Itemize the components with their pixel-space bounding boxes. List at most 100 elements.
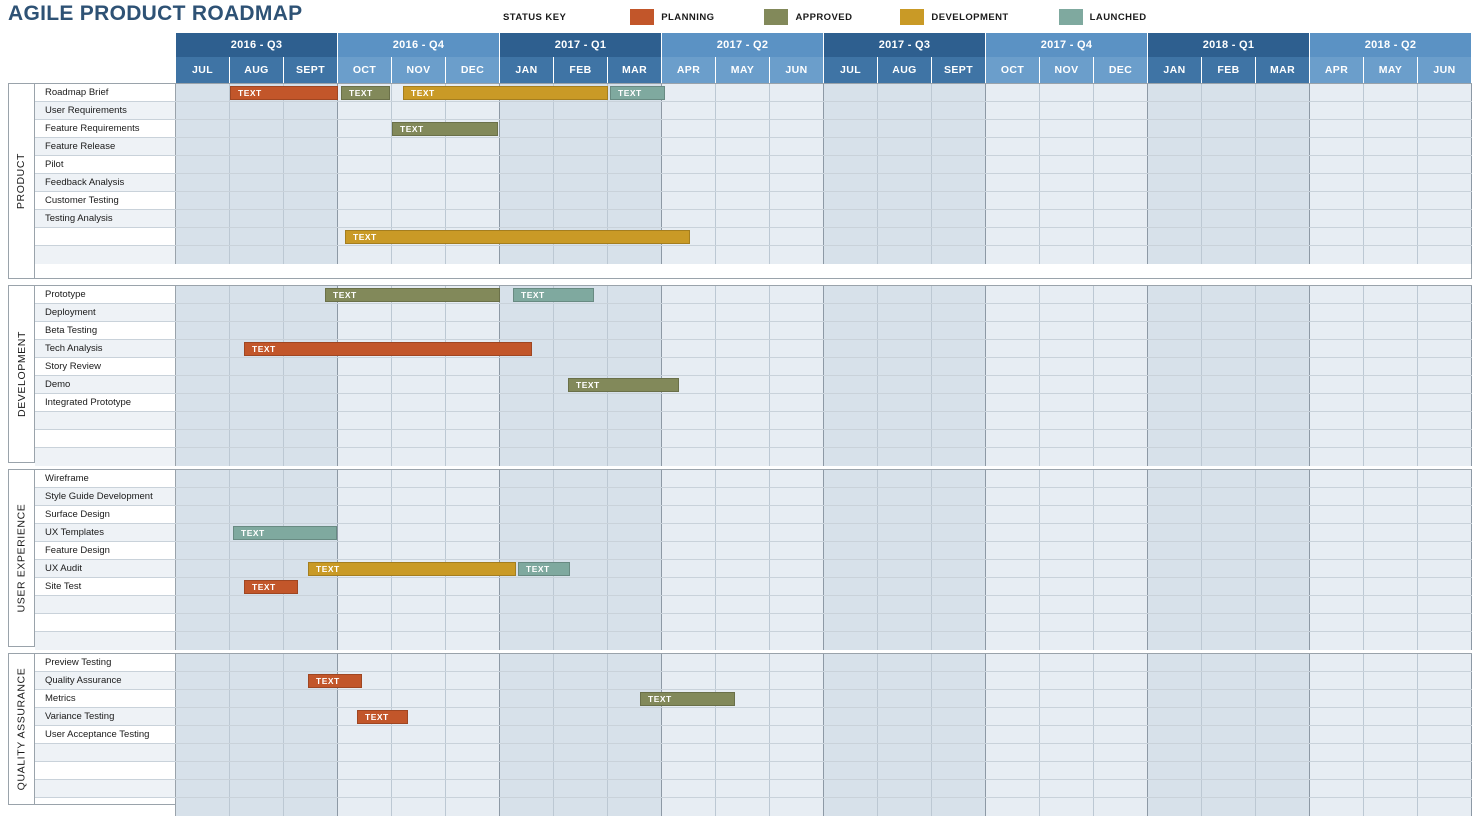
table-row[interactable]: Prototype TEXT TEXT [35, 286, 1472, 304]
table-row[interactable]: Feature Requirements TEXT [35, 120, 1472, 138]
table-row[interactable]: Customer Testing [35, 192, 1472, 210]
task-label[interactable] [35, 780, 176, 797]
table-row[interactable]: User Requirements [35, 102, 1472, 120]
task-label[interactable]: Style Guide Development [35, 488, 176, 505]
task-label[interactable]: Feature Release [35, 138, 176, 155]
table-row[interactable] [35, 632, 1472, 650]
task-label[interactable]: Feature Requirements [35, 120, 176, 137]
table-row[interactable] [35, 780, 1472, 798]
gantt-bar-development[interactable]: TEXT [308, 562, 516, 576]
table-row[interactable]: Style Guide Development [35, 488, 1472, 506]
task-label[interactable] [35, 744, 176, 761]
table-row[interactable] [35, 614, 1472, 632]
table-row[interactable]: Metrics TEXT [35, 690, 1472, 708]
table-row[interactable]: Variance Testing TEXT [35, 708, 1472, 726]
month-cell-0 [176, 524, 230, 541]
gantt-bar-approved[interactable]: TEXT [568, 378, 679, 392]
table-row[interactable] [35, 430, 1472, 448]
task-label[interactable]: Deployment [35, 304, 176, 321]
task-label[interactable]: User Requirements [35, 102, 176, 119]
table-row[interactable]: Surface Design [35, 506, 1472, 524]
month-cell-16 [1040, 448, 1094, 466]
task-label[interactable]: Testing Analysis [35, 210, 176, 227]
task-label[interactable]: Site Test [35, 578, 176, 595]
task-label[interactable]: Preview Testing [35, 654, 176, 671]
table-row[interactable]: Story Review [35, 358, 1472, 376]
task-label[interactable] [35, 614, 176, 631]
task-label[interactable]: Customer Testing [35, 192, 176, 209]
gantt-bar-launched[interactable]: TEXT [518, 562, 570, 576]
table-row[interactable]: Site Test TEXT [35, 578, 1472, 596]
table-row[interactable]: Roadmap Brief TEXT TEXT TEXT TEXT [35, 84, 1472, 102]
task-label[interactable]: Surface Design [35, 506, 176, 523]
gantt-bar-planning[interactable]: TEXT [244, 342, 532, 356]
table-row[interactable]: UX Audit TEXT TEXT [35, 560, 1472, 578]
task-label[interactable] [35, 448, 176, 466]
table-row[interactable]: Feature Design [35, 542, 1472, 560]
task-label[interactable]: Demo [35, 376, 176, 393]
table-row[interactable]: Wireframe [35, 470, 1472, 488]
table-row[interactable] [35, 798, 1472, 816]
task-label[interactable]: Tech Analysis [35, 340, 176, 357]
task-label[interactable]: Quality Assurance [35, 672, 176, 689]
task-label[interactable]: Feedback Analysis [35, 174, 176, 191]
gantt-bar-approved[interactable]: TEXT [325, 288, 500, 302]
table-row[interactable]: Testing Analysis [35, 210, 1472, 228]
task-label[interactable] [35, 798, 176, 816]
table-row[interactable] [35, 762, 1472, 780]
table-row[interactable] [35, 412, 1472, 430]
task-label[interactable] [35, 762, 176, 779]
gantt-bar-planning[interactable]: TEXT [357, 710, 408, 724]
gantt-bar-approved[interactable]: TEXT [640, 692, 735, 706]
task-label[interactable]: Beta Testing [35, 322, 176, 339]
gantt-bar-development[interactable]: TEXT [403, 86, 608, 100]
table-row[interactable] [35, 596, 1472, 614]
table-row[interactable] [35, 448, 1472, 466]
table-row[interactable]: Integrated Prototype [35, 394, 1472, 412]
gantt-bar-launched[interactable]: TEXT [513, 288, 594, 302]
gantt-bar-approved[interactable]: TEXT [341, 86, 390, 100]
table-row[interactable]: TEXT [35, 228, 1472, 246]
task-label[interactable] [35, 632, 176, 650]
month-cell-15 [986, 614, 1040, 631]
task-label[interactable]: User Acceptance Testing [35, 726, 176, 743]
task-label[interactable]: Wireframe [35, 470, 176, 487]
gantt-bar-planning[interactable]: TEXT [230, 86, 338, 100]
table-row[interactable]: Preview Testing [35, 654, 1472, 672]
task-label[interactable]: UX Audit [35, 560, 176, 577]
task-label[interactable]: Integrated Prototype [35, 394, 176, 411]
table-row[interactable]: Beta Testing [35, 322, 1472, 340]
task-label[interactable]: Story Review [35, 358, 176, 375]
gantt-bar-development[interactable]: TEXT [345, 230, 690, 244]
table-row[interactable]: Feedback Analysis [35, 174, 1472, 192]
month-cell-23 [1418, 304, 1472, 321]
task-label[interactable] [35, 596, 176, 613]
task-label[interactable]: Roadmap Brief [35, 84, 176, 101]
gantt-bar-approved[interactable]: TEXT [392, 122, 498, 136]
task-label[interactable] [35, 228, 176, 245]
table-row[interactable]: UX Templates TEXT [35, 524, 1472, 542]
table-row[interactable]: Pilot [35, 156, 1472, 174]
table-row[interactable] [35, 246, 1472, 264]
gantt-bar-launched[interactable]: TEXT [610, 86, 665, 100]
task-label[interactable]: Metrics [35, 690, 176, 707]
gantt-bar-planning[interactable]: TEXT [308, 674, 362, 688]
task-label[interactable]: Prototype [35, 286, 176, 303]
task-track [176, 138, 1472, 155]
task-label[interactable] [35, 430, 176, 447]
table-row[interactable]: Tech Analysis TEXT [35, 340, 1472, 358]
task-label[interactable]: Feature Design [35, 542, 176, 559]
gantt-bar-planning[interactable]: TEXT [244, 580, 298, 594]
gantt-bar-launched[interactable]: TEXT [233, 526, 337, 540]
task-label[interactable]: Variance Testing [35, 708, 176, 725]
table-row[interactable] [35, 744, 1472, 762]
task-label[interactable]: Pilot [35, 156, 176, 173]
table-row[interactable]: Feature Release [35, 138, 1472, 156]
table-row[interactable]: Demo TEXT [35, 376, 1472, 394]
task-label[interactable] [35, 412, 176, 429]
table-row[interactable]: Quality Assurance TEXT [35, 672, 1472, 690]
table-row[interactable]: User Acceptance Testing [35, 726, 1472, 744]
task-label[interactable]: UX Templates [35, 524, 176, 541]
task-label[interactable] [35, 246, 176, 264]
table-row[interactable]: Deployment [35, 304, 1472, 322]
